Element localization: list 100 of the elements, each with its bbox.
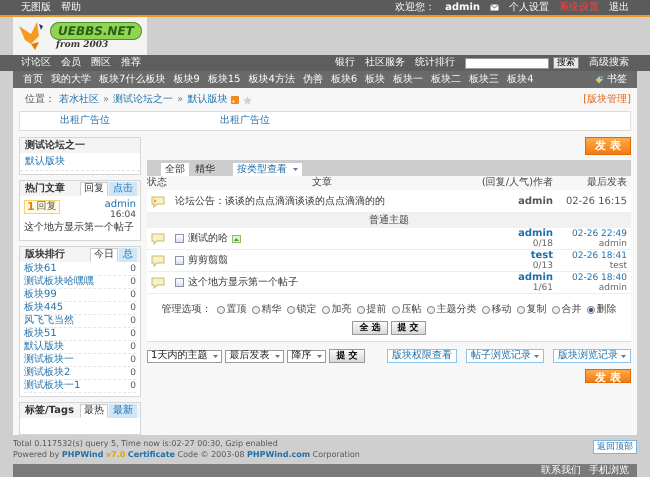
nav-link[interactable]: 讨论区: [21, 57, 51, 69]
search-button[interactable]: 搜索: [553, 57, 579, 69]
advanced-search-link[interactable]: 高级搜索: [589, 57, 629, 69]
forum-link[interactable]: 板块15: [208, 74, 240, 86]
record-link[interactable]: 帖子浏览记录: [466, 349, 544, 363]
thread-link[interactable]: 测试的哈: [188, 232, 228, 244]
board-link[interactable]: 测试板块2: [24, 367, 70, 379]
moderation-option[interactable]: 压帖: [392, 304, 422, 316]
last-post-time[interactable]: 02-26 22:49: [557, 228, 627, 238]
moderation-option[interactable]: 精华: [252, 304, 282, 316]
thread-link[interactable]: 这个地方显示第一个帖子: [188, 276, 298, 288]
board-link[interactable]: 默认版块: [24, 341, 64, 353]
moderation-option[interactable]: 移动: [482, 304, 512, 316]
board-link[interactable]: 默认版块: [20, 154, 140, 171]
box-tab[interactable]: 今日: [90, 248, 118, 262]
checkbox[interactable]: [175, 278, 184, 287]
logo-wordmark: UEBBS.NET: [50, 22, 142, 40]
forum-link[interactable]: 板块4方法: [248, 74, 295, 86]
board-link[interactable]: 风飞飞当然: [24, 315, 74, 327]
moderation-option[interactable]: 置顶: [216, 304, 246, 316]
announcement-link[interactable]: 论坛公告：谈谈的点点滴滴谈谈的点点滴滴的的: [171, 196, 473, 208]
mail-icon[interactable]: [490, 4, 499, 11]
form-button[interactable]: 提 交: [390, 321, 426, 335]
star-icon[interactable]: [243, 96, 252, 104]
search-field[interactable]: [465, 58, 549, 68]
box-tab[interactable]: 点击: [109, 182, 137, 196]
bookmark-link[interactable]: 书签: [607, 74, 627, 86]
nav-link[interactable]: 统计排行: [415, 57, 455, 69]
record-link[interactable]: 版块浏览记录: [553, 349, 631, 363]
forum-link[interactable]: 板块9: [173, 74, 200, 86]
forum-link[interactable]: 板块一: [393, 74, 424, 86]
moderation-option[interactable]: 复制: [516, 304, 546, 316]
footer-link[interactable]: 手机浏览: [589, 464, 629, 476]
breadcrumb-link[interactable]: 测试论坛之一: [113, 94, 174, 106]
forum-link[interactable]: 板块7什么板块: [99, 74, 166, 86]
moderation-option[interactable]: 锁定: [286, 304, 316, 316]
checkbox[interactable]: [175, 256, 184, 265]
nav-link[interactable]: 会员: [61, 57, 81, 69]
dropdown-select[interactable]: 最后发表: [225, 350, 284, 362]
menu-link[interactable]: 帮助: [61, 2, 81, 14]
last-post-time[interactable]: 02-26 18:41: [557, 250, 627, 260]
forum-link[interactable]: 伪善: [302, 74, 323, 86]
rss-icon[interactable]: [231, 96, 240, 104]
ad-link[interactable]: 出租广告位: [220, 115, 270, 127]
nav-link[interactable]: 社区服务: [365, 57, 405, 69]
caret-icon: [317, 354, 322, 358]
author-link[interactable]: admin: [473, 228, 553, 238]
checkbox[interactable]: [175, 234, 184, 243]
box-tab[interactable]: 最新: [109, 404, 137, 418]
box-tab[interactable]: 总: [119, 248, 137, 262]
logo-tagline: from 2003: [54, 40, 108, 50]
board-link[interactable]: 测试板块一1: [24, 380, 80, 392]
moderation-option[interactable]: 提前: [356, 304, 386, 316]
forum-link[interactable]: 板块4: [507, 74, 534, 86]
forum-link[interactable]: 板块三: [469, 74, 500, 86]
submit-button[interactable]: 提 交: [329, 349, 365, 363]
thread-tab[interactable]: 全部: [161, 163, 189, 176]
dropdown-select[interactable]: 降序: [287, 350, 326, 362]
author-link[interactable]: test: [473, 250, 553, 260]
menu-link[interactable]: 个人设置: [509, 2, 549, 14]
breadcrumb-link[interactable]: 若水社区: [59, 94, 99, 106]
forum-link[interactable]: 板块6: [330, 74, 358, 86]
forum-link[interactable]: 板块: [365, 74, 386, 86]
thread-tab[interactable]: 精华: [191, 163, 219, 176]
dropdown-select[interactable]: 1天内的主题: [147, 350, 222, 362]
nav-link[interactable]: 推荐: [121, 57, 141, 69]
menu-link[interactable]: 无图版: [21, 2, 51, 14]
record-link[interactable]: 版块权限查看: [387, 349, 457, 363]
forum-link[interactable]: 我的大学: [51, 74, 91, 86]
board-link[interactable]: 板块445: [24, 302, 64, 314]
caret-icon: [534, 354, 539, 358]
moderation-option[interactable]: 合并: [552, 304, 582, 316]
manage-link[interactable]: [版块管理]: [583, 94, 631, 106]
ad-link[interactable]: 出租广告位: [60, 115, 110, 127]
nav-link[interactable]: 银行: [335, 57, 355, 69]
menu-link[interactable]: 退出: [609, 2, 629, 14]
type-filter[interactable]: 按类型查看: [233, 163, 302, 176]
form-button[interactable]: 全 选: [352, 321, 388, 335]
breadcrumb-link[interactable]: 默认版块: [187, 94, 228, 106]
moderation-option[interactable]: 主题分类: [426, 304, 476, 316]
author-link[interactable]: admin: [473, 272, 553, 282]
box-tab[interactable]: 最热: [80, 404, 108, 418]
speech-bubble-icon: [151, 232, 165, 244]
board-link[interactable]: 板块51: [24, 328, 57, 340]
author-link[interactable]: admin: [104, 200, 136, 210]
moderation-option[interactable]: 删除: [586, 304, 616, 316]
last-post-time[interactable]: 02-26 18:40: [557, 272, 627, 282]
back-to-top-button[interactable]: 返回顶部: [593, 440, 637, 454]
board-link[interactable]: 测试板块一: [24, 354, 74, 366]
forum-link[interactable]: 首页: [23, 74, 43, 86]
board-link[interactable]: 测试板块哈嘿嘿: [24, 276, 94, 288]
forum-link[interactable]: 板块二: [431, 74, 462, 86]
board-link[interactable]: 板块61: [24, 263, 57, 275]
nav-link[interactable]: 圈区: [91, 57, 111, 69]
footer-link[interactable]: 联系我们: [541, 464, 581, 476]
thread-link[interactable]: 剪剪翦翦: [188, 254, 228, 266]
box-tab[interactable]: 回复: [80, 182, 108, 196]
board-link[interactable]: 板块99: [24, 289, 57, 301]
topic-link[interactable]: 这个地方显示第一个帖子: [24, 222, 136, 234]
moderation-option[interactable]: 加亮: [322, 304, 352, 316]
